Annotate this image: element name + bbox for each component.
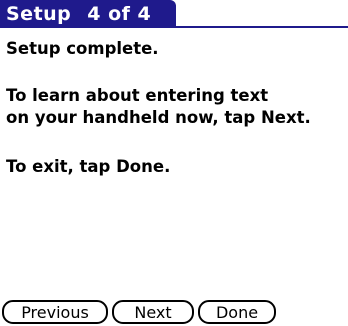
step-indicator: 4 of 4: [87, 3, 152, 25]
done-button[interactable]: Done: [198, 300, 276, 324]
previous-button[interactable]: Previous: [2, 300, 108, 324]
setup-complete-text: Setup complete.: [6, 39, 159, 58]
learn-text-line-1: To learn about entering text: [6, 86, 269, 105]
title-rule: [176, 26, 348, 28]
exit-instruction-text: To exit, tap Done.: [6, 157, 171, 176]
title-bar: Setup 4 of 4: [0, 0, 348, 30]
title-text: Setup: [6, 3, 72, 25]
next-button[interactable]: Next: [112, 300, 194, 324]
learn-text-line-2: on your handheld now, tap Next.: [6, 108, 311, 127]
title-tab: Setup 4 of 4: [0, 0, 176, 28]
